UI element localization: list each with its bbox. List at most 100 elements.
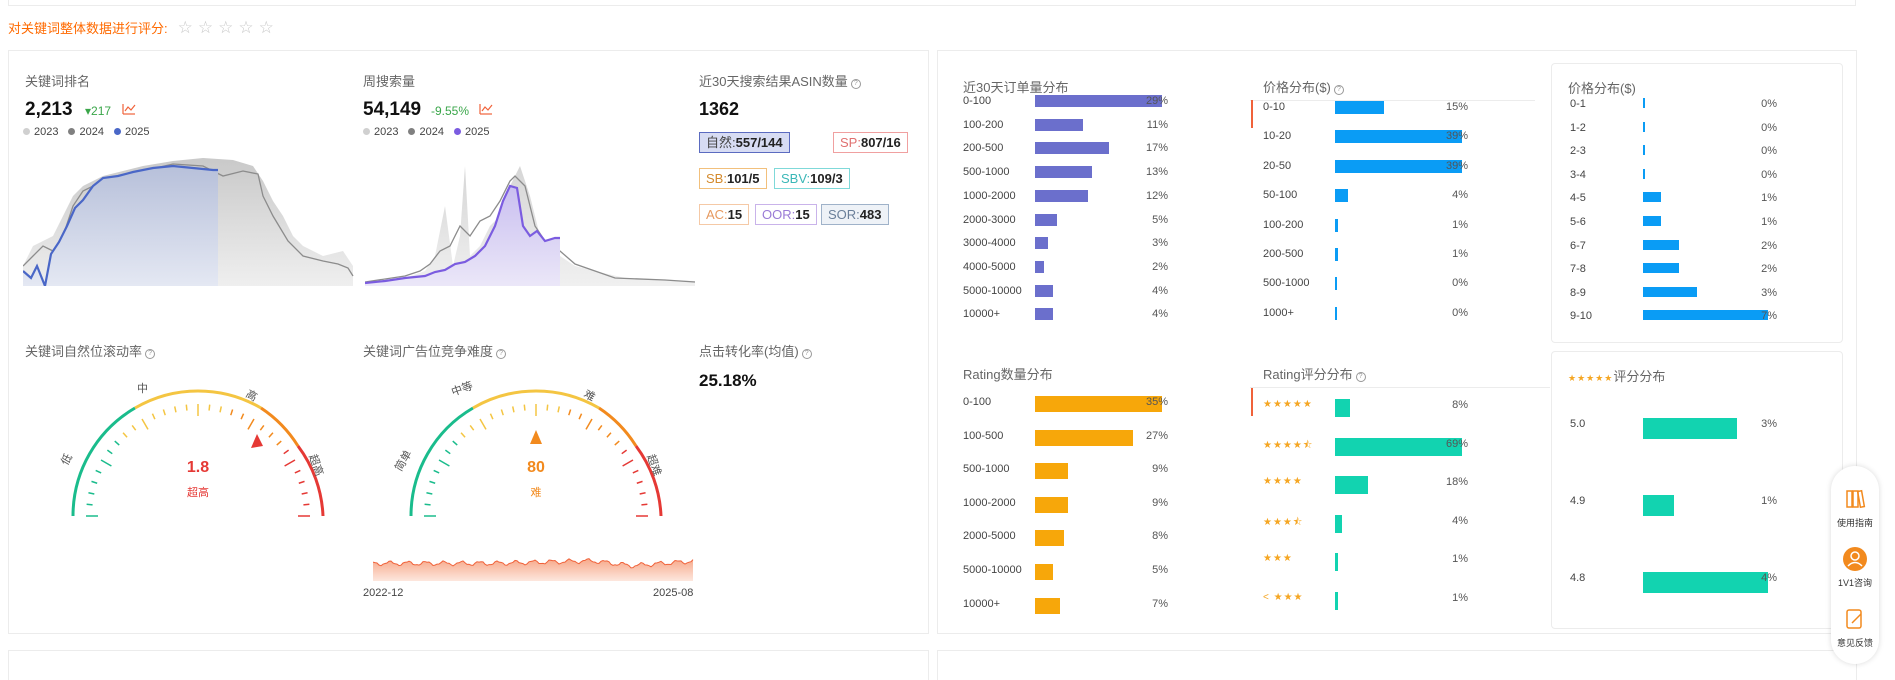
row-label: 6-7 <box>1570 239 1586 252</box>
tag-sor[interactable]: SOR:483 <box>821 204 889 225</box>
gauge-label-low: 低 <box>58 451 75 467</box>
price-fine-title: 价格分布($) <box>1568 81 1636 96</box>
distribution-bar[interactable] <box>1335 218 1339 232</box>
row-label: 3000-4000 <box>963 237 1016 250</box>
row-percent: 1% <box>1452 553 1468 566</box>
distribution-bar[interactable] <box>1335 476 1369 495</box>
distribution-bar[interactable] <box>1035 597 1061 614</box>
ctr-value: 25.18% <box>699 371 757 390</box>
legend-item[interactable]: 2025 <box>453 126 489 138</box>
distribution-bar[interactable] <box>1643 216 1661 226</box>
row-label: 200-500 <box>963 142 1004 155</box>
distribution-bar[interactable] <box>1035 564 1054 580</box>
trend-chart-icon[interactable] <box>122 103 136 115</box>
distribution-bar[interactable] <box>1335 553 1338 572</box>
consult-button[interactable]: 1V1咨询 <box>1831 546 1879 589</box>
row-label: 500-1000 <box>1263 277 1310 290</box>
distribution-bar[interactable] <box>1335 277 1337 291</box>
tag-sb[interactable]: SB:101/5 <box>699 168 767 189</box>
star-icon[interactable]: ☆ <box>238 19 253 36</box>
row-percent: 1% <box>1761 216 1777 228</box>
distribution-bar[interactable] <box>1643 192 1661 203</box>
keyword-rank-chart <box>23 158 354 286</box>
gauge-level: 难 <box>531 486 542 499</box>
legend-item[interactable]: 2023 <box>363 126 398 138</box>
help-icon[interactable]: ? <box>850 79 861 89</box>
distribution-bar[interactable] <box>1335 592 1338 610</box>
distribution-bar[interactable] <box>1335 101 1384 114</box>
guide-button[interactable]: 使用指南 <box>1831 486 1879 529</box>
distribution-bar[interactable] <box>1035 142 1110 155</box>
row-label: 0-10 <box>1263 101 1286 113</box>
distribution-bar[interactable] <box>1035 284 1053 297</box>
gauge-level: 超高 <box>187 485 209 499</box>
distribution-bar[interactable] <box>1035 530 1065 547</box>
row-percent: 69% <box>1445 437 1468 450</box>
legend-item[interactable]: 2023 <box>23 126 58 138</box>
gauge-tick <box>546 404 549 411</box>
help-icon[interactable]: ? <box>1355 372 1366 382</box>
tag-sp[interactable]: SP:807/16 <box>833 132 908 153</box>
legend-item[interactable]: 2024 <box>68 126 104 138</box>
star-icon[interactable]: ☆ <box>198 19 213 36</box>
star-icon[interactable]: ☆ <box>218 19 233 36</box>
gauge-tick <box>268 432 274 438</box>
legend-item[interactable]: 2025 <box>113 126 149 138</box>
distribution-bar[interactable] <box>1643 263 1679 274</box>
distribution-bar[interactable] <box>1035 463 1068 480</box>
tag-natural[interactable]: 自然:557/144 <box>699 132 790 153</box>
gauge-tick <box>568 409 572 416</box>
distribution-bar[interactable] <box>1335 514 1343 533</box>
star-icon[interactable]: ☆ <box>259 19 274 36</box>
distribution-bar[interactable] <box>1643 418 1737 439</box>
gauge-tick <box>219 406 223 413</box>
row-percent: 0% <box>1452 277 1468 290</box>
tag-oor[interactable]: OOR:15 <box>755 204 817 225</box>
rating-count-title: Rating数量分布 <box>963 367 1053 382</box>
distribution-bar[interactable] <box>1035 429 1133 446</box>
distribution-bar[interactable] <box>1335 189 1349 203</box>
divider <box>1250 387 1550 388</box>
tag-sbv[interactable]: SBV:109/3 <box>774 168 850 189</box>
gauge-label-very-high: 超高 <box>306 452 327 477</box>
distribution-bar[interactable] <box>1035 189 1088 202</box>
gauge-tick <box>429 480 436 484</box>
row-label: 100-200 <box>1263 218 1304 231</box>
row-label: 4000-5000 <box>963 260 1016 273</box>
tag-ac[interactable]: AC:15 <box>699 204 750 225</box>
trend-area <box>373 558 693 581</box>
distribution-bar[interactable] <box>1335 399 1350 417</box>
row-label: 200-500 <box>1263 248 1304 260</box>
legend-item[interactable]: 2024 <box>408 126 444 138</box>
star-icon[interactable]: ☆ <box>178 19 193 36</box>
distribution-bar[interactable] <box>1035 308 1053 321</box>
keyword-rank-delta: ▾217 <box>85 104 112 118</box>
row-label: 500-1000 <box>963 166 1010 179</box>
price-fine-card: 价格分布($) <box>1551 63 1843 343</box>
distribution-bar[interactable] <box>1643 495 1675 516</box>
distribution-bar[interactable] <box>1035 260 1044 273</box>
help-icon[interactable]: ? <box>1333 85 1344 95</box>
divider <box>1250 100 1535 101</box>
distribution-bar[interactable] <box>1643 239 1679 250</box>
gauge-tick <box>185 404 188 411</box>
distribution-bar[interactable] <box>1035 166 1092 179</box>
distribution-bar[interactable] <box>1643 168 1645 179</box>
distribution-bar[interactable] <box>1035 237 1049 250</box>
distribution-bar[interactable] <box>1643 145 1645 156</box>
row-percent: 29% <box>1145 95 1168 107</box>
feedback-button[interactable]: 意见反馈 <box>1831 606 1879 649</box>
distribution-bar[interactable] <box>1335 306 1337 320</box>
distribution-bar[interactable] <box>1643 121 1645 132</box>
distribution-bar[interactable] <box>1643 98 1645 108</box>
distribution-bar[interactable] <box>1035 213 1057 226</box>
trend-chart-icon[interactable] <box>479 103 493 115</box>
rating-score-title: Rating评分分布? <box>1263 364 1366 383</box>
distribution-bar[interactable] <box>1035 496 1068 513</box>
distribution-bar[interactable] <box>1335 248 1339 261</box>
row-percent: 39% <box>1445 159 1468 172</box>
distribution-bar[interactable] <box>1643 286 1697 297</box>
gauge-tick <box>259 424 265 431</box>
help-icon[interactable]: ? <box>801 349 812 359</box>
distribution-bar[interactable] <box>1035 118 1084 131</box>
